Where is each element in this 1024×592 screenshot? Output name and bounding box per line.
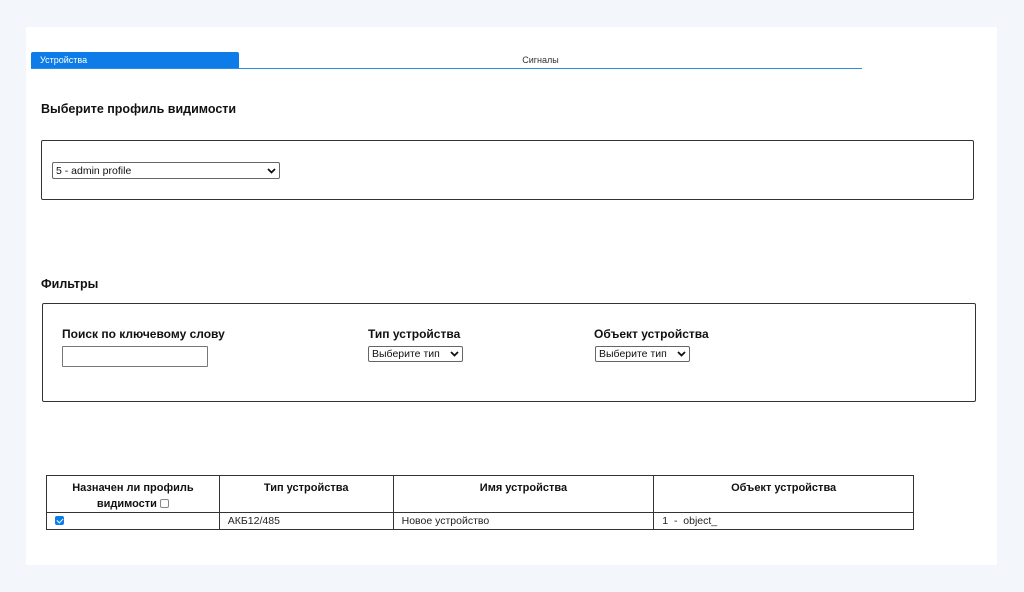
header-assigned: Назначен ли профиль видимости [46,475,220,513]
device-object-select-value: Выберите тип [599,348,667,360]
header-assigned-line2: видимости [96,498,157,510]
tab-devices[interactable]: Устройства [31,52,239,68]
device-object-select[interactable]: Выберите тип [595,346,690,362]
row-assigned-checkbox[interactable] [55,516,64,525]
chevron-down-icon [264,164,278,178]
table-header-row: Назначен ли профиль видимости Тип устрой… [46,475,914,513]
keyword-search-input[interactable] [62,346,208,367]
header-device-name: Имя устройства [392,475,655,513]
device-type-select[interactable]: Выберите тип [368,346,463,362]
filters-heading: Фильтры [41,277,99,291]
chevron-down-icon [674,347,688,361]
select-all-checkbox[interactable] [159,499,169,508]
keyword-label: Поиск по ключевому слову [62,327,225,341]
profile-select-value: 5 - admin profile [56,164,132,177]
device-type-select-value: Выберите тип [372,348,440,360]
device-object-label: Объект устройства [594,327,709,341]
device-type-label: Тип устройства [368,327,461,341]
row-assigned-cell [46,512,220,530]
tab-signals[interactable]: Сигналы [239,52,862,68]
row-device-name: Новое устройство [392,512,655,530]
profile-heading: Выберите профиль видимости [41,102,237,116]
header-device-type: Тип устройства [218,475,394,513]
header-device-object: Объект устройства [653,475,914,513]
devices-table: Назначен ли профиль видимости Тип устрой… [46,475,914,530]
chevron-down-icon [447,347,461,361]
table-row: АКБ12/485 Новое устройство 1 - object_ [46,512,914,530]
row-device-type: АКБ12/485 [218,512,394,530]
row-device-object: 1 - object_ [653,512,914,530]
header-assigned-line1: Назначен ли профиль [72,482,194,494]
profile-select[interactable]: 5 - admin profile [52,162,280,179]
tab-bar: Устройства Сигналы [31,52,862,69]
